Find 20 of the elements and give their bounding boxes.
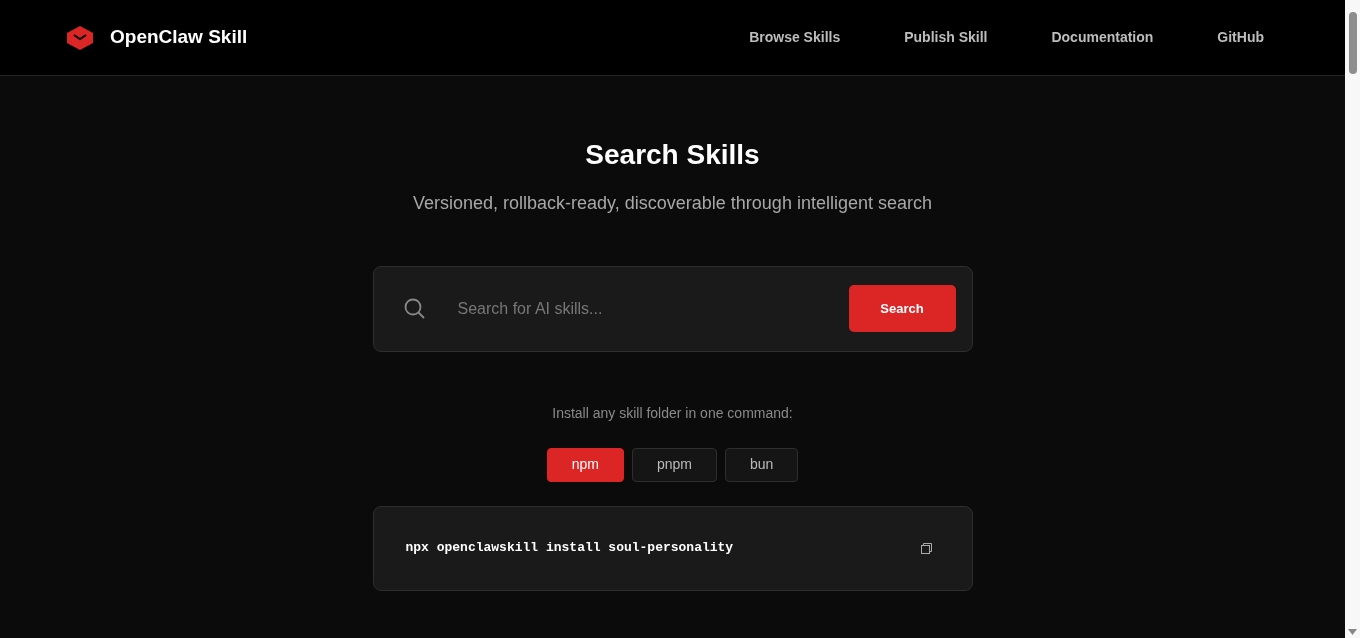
- nav-link[interactable]: Documentation: [1051, 27, 1154, 48]
- scroll-down-arrow-icon[interactable]: [1348, 629, 1357, 635]
- nav-link[interactable]: Publish Skill: [904, 27, 988, 48]
- scrollbar-thumb[interactable]: [1348, 12, 1357, 74]
- scrollbar[interactable]: [1345, 0, 1360, 638]
- package-manager-tab[interactable]: bun: [724, 447, 799, 482]
- nav-link[interactable]: GitHub: [1217, 27, 1264, 48]
- search-icon: [403, 297, 426, 320]
- search-field[interactable]: Search for AI skills...: [455, 295, 849, 322]
- package-manager-tab[interactable]: npm: [546, 447, 624, 482]
- search-button[interactable]: Search: [848, 285, 956, 333]
- brand-name[interactable]: OpenClaw Skill: [110, 23, 248, 52]
- page-title: Search Skills: [585, 138, 760, 172]
- page-subtitle: Versioned, rollback-ready, discoverable through intelligent search: [413, 191, 932, 215]
- package-manager-tab[interactable]: pnpm: [631, 447, 717, 482]
- install-label: Install any skill folder in one command:: [552, 403, 793, 423]
- nav-link[interactable]: Browse Skills: [749, 27, 841, 48]
- copy-icon[interactable]: [920, 542, 932, 554]
- cube-logo-icon: [66, 24, 94, 51]
- install-command: npx openclawskill install soul-personality: [405, 539, 734, 558]
